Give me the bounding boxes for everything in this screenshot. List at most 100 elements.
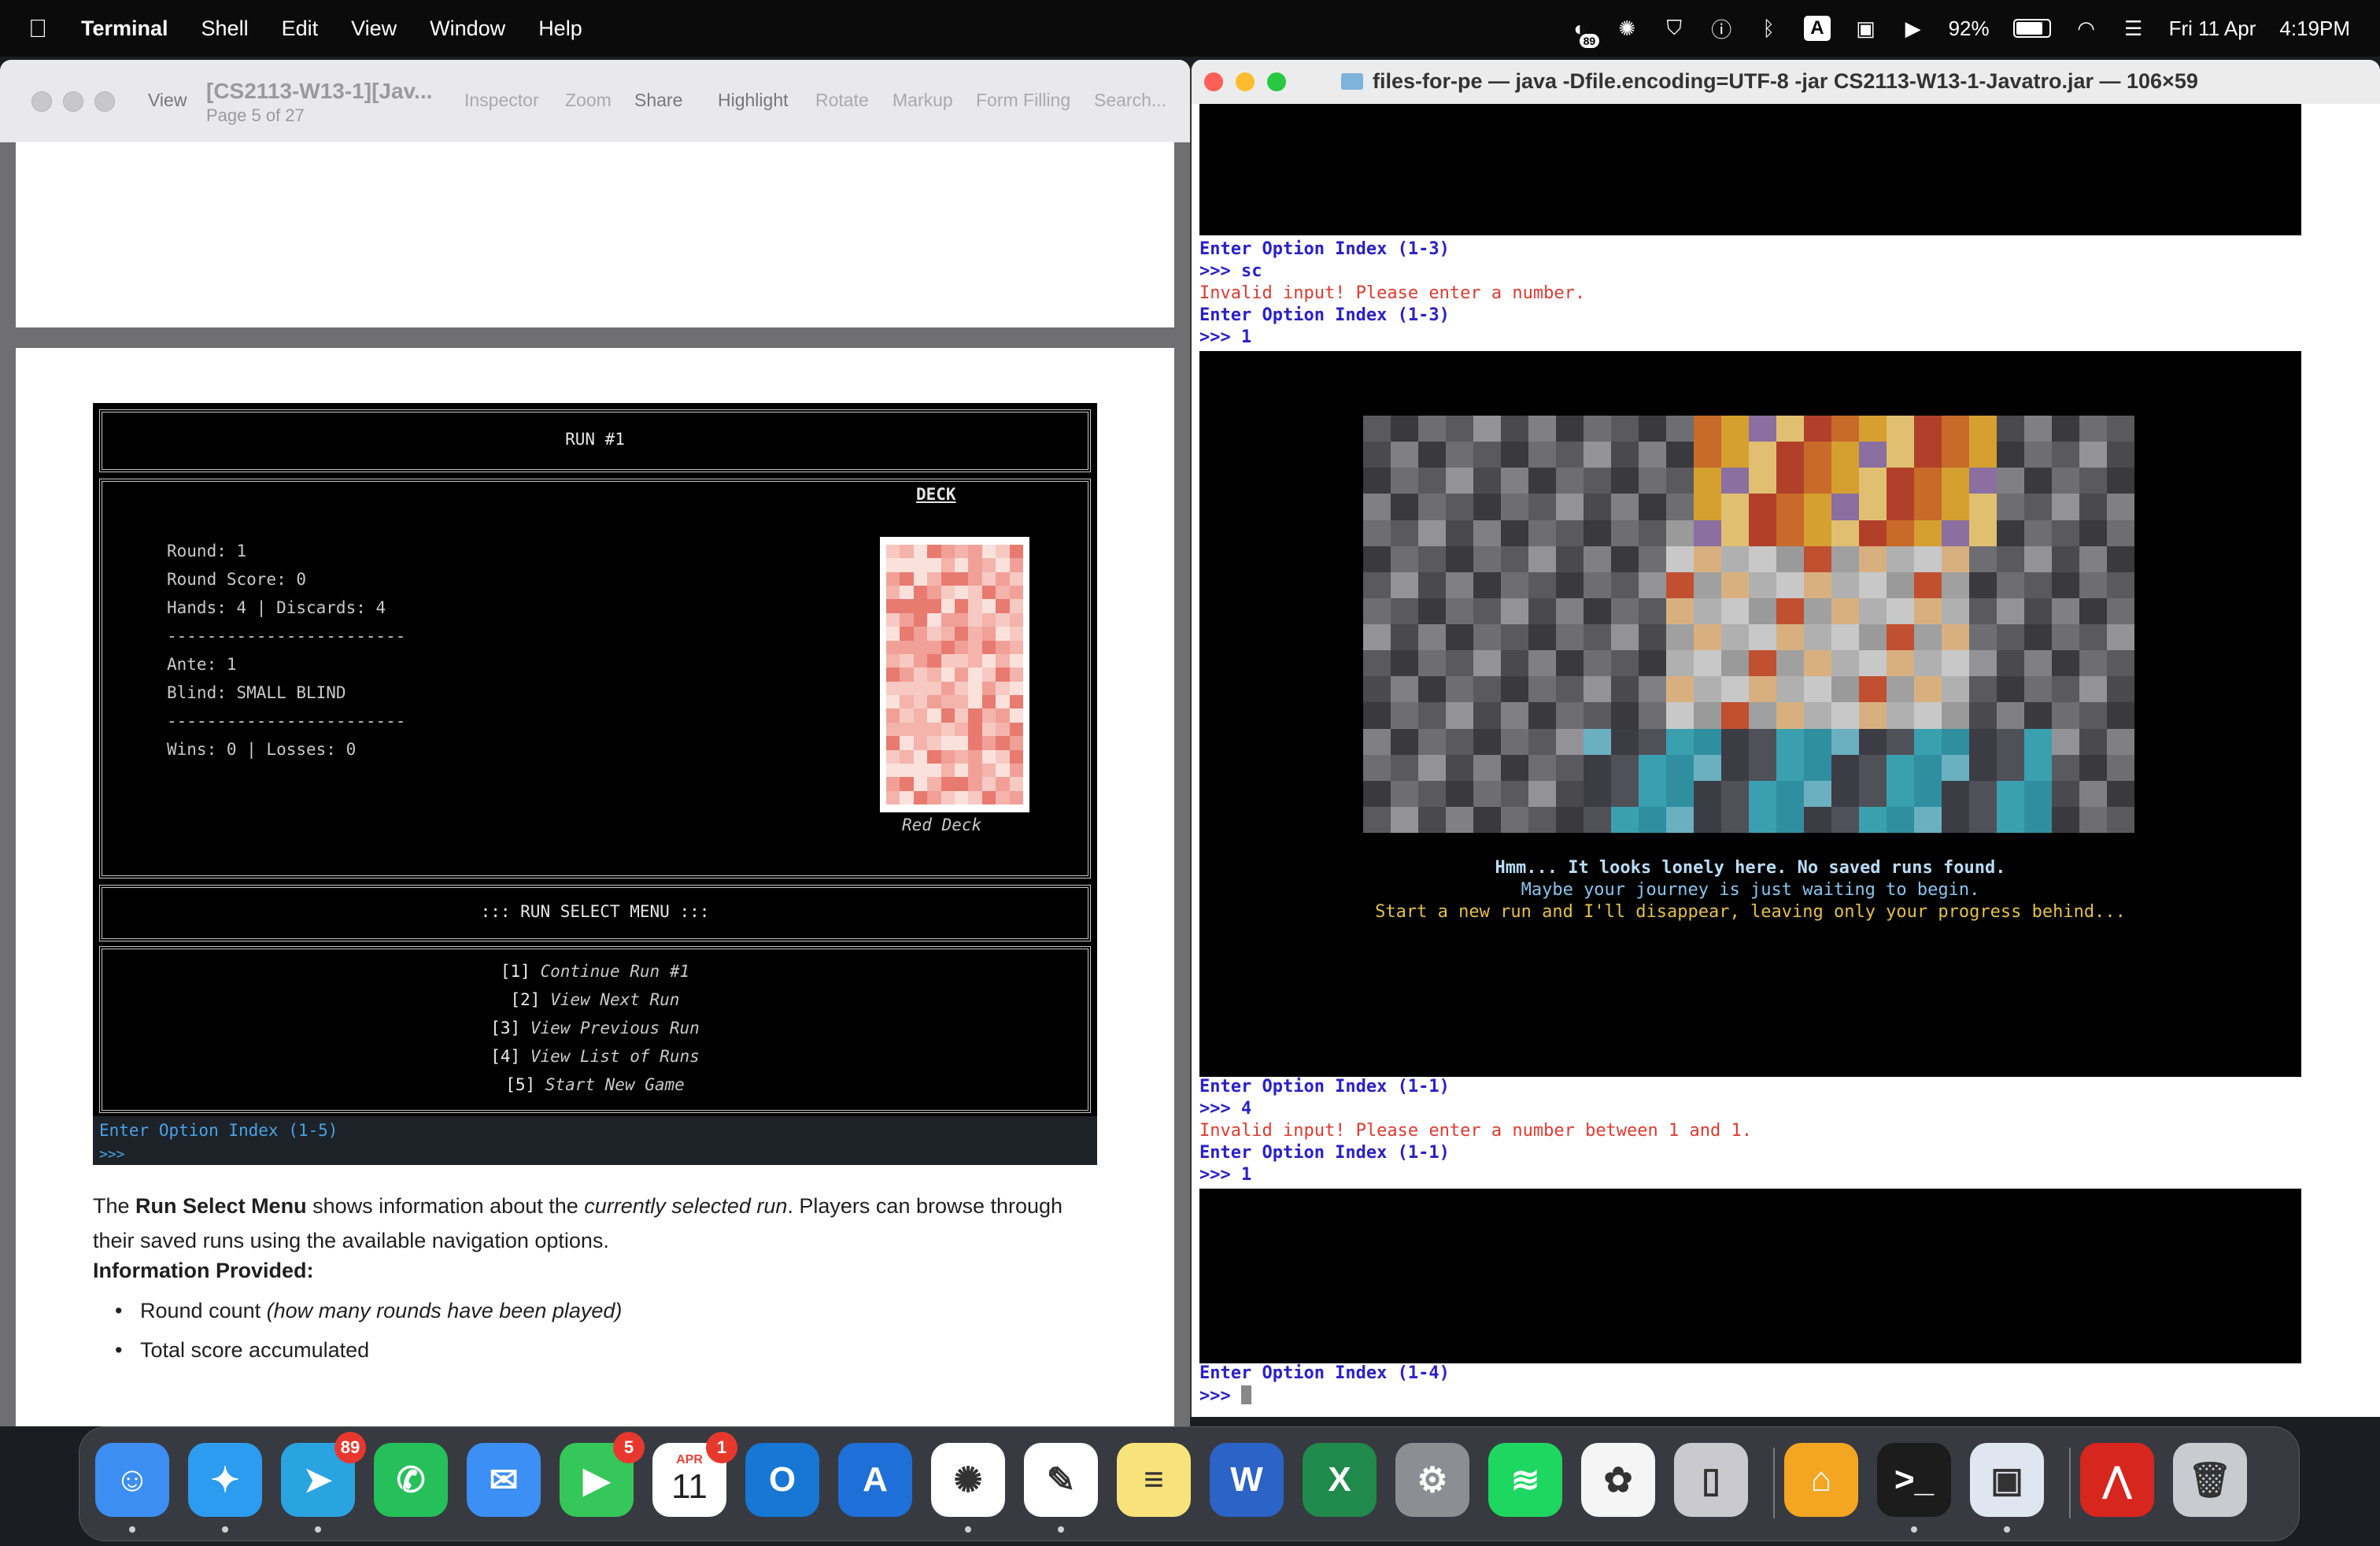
inspector-button[interactable]: Inspector bbox=[464, 90, 539, 111]
running-indicator bbox=[315, 1526, 321, 1533]
menu-option-5: [5] Start New Game bbox=[505, 1075, 685, 1094]
bluetooth-icon[interactable]: ᛒ bbox=[1757, 15, 1780, 42]
notification-badge: 89 bbox=[1579, 34, 1600, 48]
game-prompt-bar: Enter Option Index (1-5) >>> bbox=[93, 1116, 1097, 1165]
prompt-line: Enter Option Index (1-1) bbox=[1199, 1077, 1450, 1097]
control-center-icon[interactable]: ☰ bbox=[2122, 15, 2145, 42]
journey-message: Maybe your journey is just waiting to be… bbox=[1521, 880, 1980, 900]
dock-iphone-mirroring-icon[interactable]: ▯ bbox=[1674, 1443, 1748, 1517]
dock-trash-icon[interactable]: 🗑 bbox=[2173, 1443, 2247, 1517]
dock-notes-icon[interactable]: ≡ bbox=[1117, 1443, 1191, 1517]
current-input-line[interactable]: >>> bbox=[1199, 1385, 1251, 1406]
dock-finder-icon[interactable]: ☺ bbox=[95, 1443, 169, 1517]
dock-excel-icon[interactable]: X bbox=[1303, 1443, 1377, 1517]
dock-chatgpt-icon[interactable]: ✺ bbox=[931, 1443, 1005, 1517]
document-title: [CS2113-W13-1][Jav... bbox=[206, 79, 433, 103]
menu-view[interactable]: View bbox=[334, 17, 413, 41]
terminal-output[interactable]: Enter Option Index (1-3) >>> sc Invalid … bbox=[1192, 104, 2380, 1417]
dock-whatsapp-icon[interactable]: ✆ bbox=[374, 1443, 448, 1517]
minimize-button[interactable] bbox=[1236, 72, 1255, 91]
deck-label: DECK bbox=[916, 485, 956, 504]
output-block-1 bbox=[1199, 104, 2301, 235]
minimize-button[interactable] bbox=[63, 91, 83, 112]
menu-time[interactable]: 4:19PM bbox=[2279, 17, 2350, 41]
dock-photos-icon[interactable]: ✿ bbox=[1581, 1443, 1655, 1517]
run-stat-line: Blind: SMALL BLIND bbox=[167, 683, 346, 702]
zoom-window-button[interactable] bbox=[94, 91, 115, 112]
game-prompt-text: Enter Option Index (1-5) bbox=[99, 1121, 338, 1140]
menu-option-3: [3] View Previous Run bbox=[490, 1019, 700, 1037]
keyboard-input-icon[interactable]: A bbox=[1804, 15, 1831, 42]
input-line: >>> 1 bbox=[1199, 1165, 1252, 1185]
deck-name: Red Deck bbox=[902, 816, 982, 834]
notification-center-icon[interactable]: ◐ 89 bbox=[1568, 15, 1600, 48]
preview-toolbar: View [CS2113-W13-1][Jav... Page 5 of 27 … bbox=[0, 60, 1190, 142]
menu-edit[interactable]: Edit bbox=[265, 17, 335, 41]
text-cursor bbox=[1240, 1385, 1251, 1404]
run-select-menu-title: ::: RUN SELECT MENU ::: bbox=[480, 902, 710, 921]
dock-mail-icon[interactable]: ✉ bbox=[467, 1443, 541, 1517]
zoom-button[interactable]: Zoom bbox=[565, 90, 612, 111]
menu-app-name[interactable]: Terminal bbox=[65, 17, 185, 41]
battery-icon[interactable] bbox=[2012, 15, 2051, 42]
dock-facetime-icon[interactable]: ▶ 5 bbox=[560, 1432, 645, 1517]
dock-badge: 1 bbox=[706, 1432, 737, 1463]
running-indicator bbox=[965, 1526, 971, 1533]
bullet-total-score: Total score accumulated bbox=[115, 1338, 369, 1363]
markup-button[interactable]: Markup bbox=[893, 90, 953, 111]
shield-status-icon[interactable]: ⛉ bbox=[1662, 15, 1686, 42]
accessibility-icon[interactable]: ⓘ bbox=[1709, 15, 1733, 42]
prompt-line: Enter Option Index (1-1) bbox=[1199, 1143, 1450, 1163]
bullet-round-count: Round count (how many rounds have been p… bbox=[115, 1299, 622, 1323]
menu-shell[interactable]: Shell bbox=[185, 17, 265, 41]
dock-preview-icon[interactable]: ▣ bbox=[1970, 1443, 2044, 1517]
dock-outlook-icon[interactable]: O bbox=[745, 1443, 819, 1517]
running-indicator bbox=[2004, 1526, 2010, 1533]
dock-safari-icon[interactable]: ✦ bbox=[188, 1443, 262, 1517]
dock-badge: 5 bbox=[613, 1432, 645, 1463]
dock-acrobat-icon[interactable]: ⋀ bbox=[2080, 1443, 2154, 1517]
share-button[interactable]: Share bbox=[634, 90, 682, 111]
dock-home-icon[interactable]: ⌂ bbox=[1784, 1443, 1858, 1517]
dock-spotify-icon[interactable]: ≋ bbox=[1488, 1443, 1562, 1517]
now-playing-icon[interactable]: ▶ bbox=[1901, 15, 1925, 42]
pdf-page-4 bbox=[16, 142, 1174, 327]
dock-word-icon[interactable]: W bbox=[1210, 1443, 1284, 1517]
dock: ☺ ✦ ➤ 89 ✆ ✉ ▶ 5 APR 11 1 O A ✺ ✎ ≡ W X ⚙ ≋ ✿ ▯ ⌂ >_ ▣ ⋀ 🗑 bbox=[79, 1426, 2300, 1541]
dock-telegram-icon[interactable]: ➤ 89 bbox=[281, 1432, 366, 1517]
dock-terminal-icon[interactable]: >_ bbox=[1877, 1443, 1951, 1517]
chatgpt-status-icon[interactable]: ✺ bbox=[1615, 15, 1639, 42]
dock-calendar-icon[interactable]: APR 11 1 bbox=[652, 1432, 737, 1517]
search-field[interactable]: Search... bbox=[1094, 90, 1166, 111]
wifi-icon[interactable]: ◠ bbox=[2075, 15, 2098, 42]
rotate-button[interactable]: Rotate bbox=[815, 90, 869, 111]
run-stat-line: Round: 1 bbox=[167, 542, 247, 560]
menu-option-1: [1] Continue Run #1 bbox=[500, 962, 690, 981]
menu-window[interactable]: Window bbox=[413, 17, 522, 41]
dock-freeform-icon[interactable]: ✎ bbox=[1024, 1443, 1098, 1517]
running-indicator bbox=[222, 1526, 228, 1533]
terminal-window: files-for-pe — java -Dfile.encoding=UTF-… bbox=[1190, 60, 2380, 1417]
menu-date[interactable]: Fri 11 Apr bbox=[2169, 17, 2256, 41]
view-menu-button[interactable]: View bbox=[148, 90, 187, 111]
run-stat-line: Round Score: 0 bbox=[167, 570, 307, 589]
apple-menu-icon[interactable]:  bbox=[0, 14, 65, 43]
info-heading: Information Provided: bbox=[93, 1259, 314, 1282]
dock-xcode-icon[interactable]: A bbox=[838, 1443, 912, 1517]
zoom-window-button[interactable] bbox=[1267, 72, 1286, 91]
menu-bar:  Terminal Shell Edit View Window Help ◐… bbox=[0, 0, 2380, 57]
running-indicator bbox=[1911, 1526, 1917, 1533]
close-button[interactable] bbox=[1204, 72, 1223, 91]
calendar-month-label: APR bbox=[676, 1453, 703, 1466]
prompt-line: Enter Option Index (1-3) bbox=[1199, 239, 1450, 259]
form-filling-button[interactable]: Form Filling bbox=[976, 90, 1070, 111]
id-card-icon[interactable]: ▣ bbox=[1854, 15, 1878, 42]
dock-system-settings-icon[interactable]: ⚙ bbox=[1395, 1443, 1469, 1517]
game-prompt-symbol: >>> bbox=[99, 1146, 125, 1163]
close-button[interactable] bbox=[31, 91, 52, 112]
run-stat-line: Ante: 1 bbox=[167, 655, 237, 674]
menu-help[interactable]: Help bbox=[522, 17, 599, 41]
page-indicator: Page 5 of 27 bbox=[206, 105, 305, 125]
highlight-button[interactable]: Highlight bbox=[718, 90, 789, 111]
menu-option-4: [4] View List of Runs bbox=[490, 1047, 700, 1066]
